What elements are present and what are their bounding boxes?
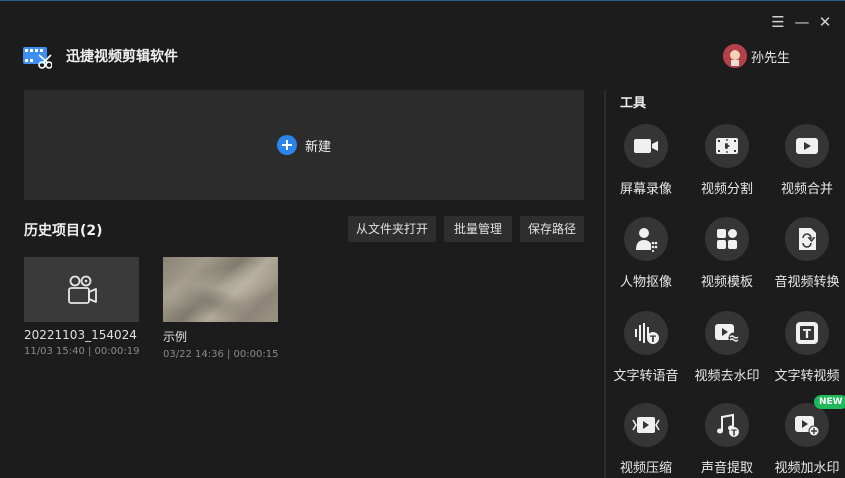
tool-label: 文字转语音	[613, 369, 679, 384]
video-split-icon	[705, 124, 749, 168]
text-to-video-icon: T	[785, 311, 829, 355]
save-path-button[interactable]: 保存路径	[520, 216, 584, 242]
tool-label: 视频去水印	[694, 369, 760, 384]
tool-label: 人物抠像	[619, 275, 672, 290]
project-meta: 03/22 14:36 | 00:00:15	[163, 349, 279, 360]
svg-text:T: T	[731, 429, 737, 438]
app-title: 迅捷视频剪辑软件	[66, 49, 178, 65]
tool-label: 视频分割	[700, 182, 753, 197]
tool-label: 声音提取	[700, 461, 753, 476]
history-project-item[interactable]: 20221103_154024 11/03 15:40 | 00:00:19	[24, 257, 139, 357]
window-top-border	[0, 0, 845, 1]
tool-label: 视频加水印	[774, 461, 840, 476]
user-name[interactable]: 孙先生	[751, 47, 790, 66]
tool-label: 音视频转换	[774, 275, 840, 290]
project-thumbnail[interactable]	[163, 257, 278, 322]
tool-label: 视频模板	[700, 275, 753, 290]
tool-label: 视频压缩	[619, 461, 672, 476]
open-from-folder-button[interactable]: 从文件夹打开	[348, 216, 436, 242]
tool-text-to-video[interactable]: T 文字转视频	[767, 311, 845, 384]
screen-record-icon	[624, 124, 668, 168]
remove-watermark-icon	[705, 311, 749, 355]
video-template-icon	[705, 217, 749, 261]
svg-text:T: T	[803, 327, 812, 341]
project-name: 20221103_154024	[24, 328, 137, 342]
avatar[interactable]	[723, 44, 747, 68]
user-profile[interactable]: 孙先生	[723, 44, 790, 68]
tools-title: 工具	[620, 96, 647, 111]
tool-audio-extract[interactable]: T 声音提取	[687, 403, 767, 476]
person-cutout-icon	[624, 217, 668, 261]
app-logo-icon	[22, 44, 53, 70]
history-title: 历史项目(2)	[24, 223, 103, 239]
close-icon[interactable]: ✕	[815, 12, 835, 32]
new-project-button[interactable]: 新建	[276, 135, 331, 155]
tool-remove-watermark[interactable]: 视频去水印	[687, 311, 767, 384]
tool-text-to-speech[interactable]: T 文字转语音	[606, 311, 686, 384]
tool-video-template[interactable]: 视频模板	[687, 217, 767, 290]
video-compress-icon	[624, 403, 668, 447]
menu-icon[interactable]: ☰	[768, 12, 788, 32]
video-camera-icon	[67, 275, 97, 304]
tool-video-compress[interactable]: 视频压缩	[606, 403, 686, 476]
batch-manage-button[interactable]: 批量管理	[444, 216, 512, 242]
new-badge: NEW	[814, 395, 845, 409]
new-project-label: 新建	[304, 139, 331, 155]
tool-screen-record[interactable]: 屏幕录像	[606, 124, 686, 197]
tool-add-watermark[interactable]: NEW 视频加水印	[767, 395, 845, 476]
tool-label: 视频合并	[780, 182, 833, 197]
av-convert-icon	[785, 217, 829, 261]
text-to-speech-icon: T	[624, 311, 668, 355]
minimize-icon[interactable]: —	[792, 12, 812, 32]
tool-video-split[interactable]: 视频分割	[687, 124, 767, 197]
tool-label: 文字转视频	[774, 369, 840, 384]
new-project-panel[interactable]: 新建	[24, 90, 584, 200]
plus-icon	[276, 135, 297, 155]
tool-label: 屏幕录像	[619, 182, 672, 197]
project-meta: 11/03 15:40 | 00:00:19	[24, 346, 140, 357]
tool-video-merge[interactable]: 视频合并	[767, 124, 845, 197]
tool-av-convert[interactable]: 音视频转换	[767, 217, 845, 290]
audio-extract-icon: T	[705, 403, 749, 447]
tool-person-cutout[interactable]: 人物抠像	[606, 217, 686, 290]
project-thumbnail[interactable]	[24, 257, 139, 322]
project-name: 示例	[163, 330, 188, 344]
svg-text:T: T	[650, 335, 657, 345]
history-project-item[interactable]: 示例 03/22 14:36 | 00:00:15	[163, 257, 278, 360]
video-merge-icon	[785, 124, 829, 168]
add-watermark-icon: NEW	[785, 395, 845, 447]
